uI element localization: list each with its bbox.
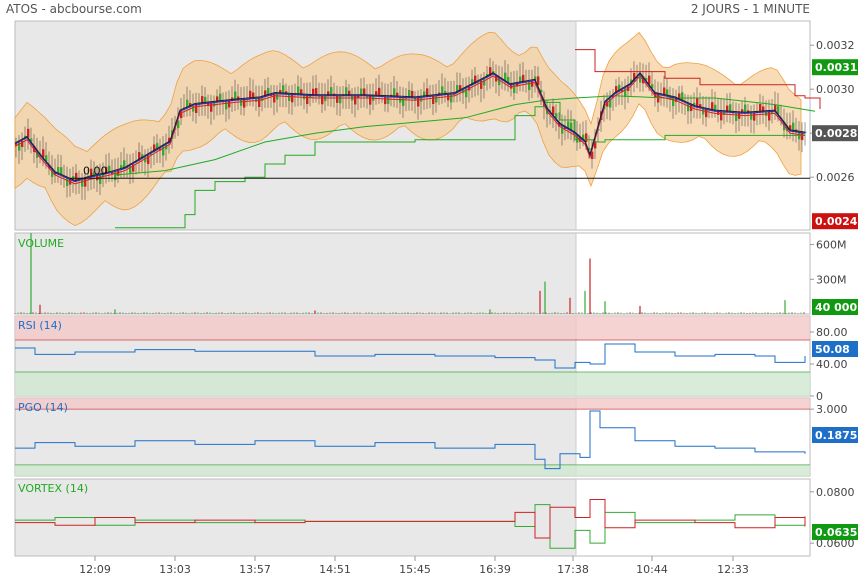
rsi-title: RSI (14) <box>18 319 62 332</box>
candle-body <box>354 95 357 105</box>
x-tick-label: 13:03 <box>159 563 191 576</box>
y-tick-label: 0.0026 <box>816 171 855 184</box>
y-tick-label: 40.00 <box>816 358 848 371</box>
candle-body <box>750 113 753 120</box>
candle-body <box>276 93 279 100</box>
chart-container: ATOS - abcbourse.com 2 JOURS - 1 MINUTE … <box>0 0 860 580</box>
vortex-title: VORTEX (14) <box>18 482 88 495</box>
rsi-badge: 50.08 <box>812 341 858 357</box>
candle-body <box>513 84 516 94</box>
price-badge-label: 50.08 <box>815 343 850 356</box>
candle-body <box>435 95 438 103</box>
volume-title: VOLUME <box>18 237 64 250</box>
vortex-badge: 0.0635 <box>812 524 858 540</box>
price-panel: 0.000.00320.00300.00280.00260.00310.0028… <box>14 20 858 231</box>
candle-body <box>450 94 453 103</box>
x-tick-label: 10:44 <box>636 563 668 576</box>
x-tick-label: 12:09 <box>79 563 111 576</box>
candle-body <box>225 101 228 110</box>
y-tick-label: 80.00 <box>816 326 848 339</box>
candle-body <box>531 81 534 87</box>
candle-body <box>801 132 804 141</box>
x-tick-label: 14:51 <box>319 563 351 576</box>
candle-body <box>705 109 708 118</box>
candle-body <box>228 100 231 108</box>
overbought-zone <box>15 316 810 340</box>
price-badge-label: 40 000 <box>815 301 857 314</box>
price-badge-label: 0.0024 <box>815 215 858 228</box>
candle-body <box>339 95 342 104</box>
candle-body <box>369 95 372 105</box>
candle-body <box>288 94 291 101</box>
y-tick-label: 300M <box>816 273 847 286</box>
chart-title: ATOS - abcbourse.com <box>6 2 142 16</box>
volume-panel: VOLUME 600M 300M 40 000 <box>14 232 858 315</box>
pgo-badge: 0.1875 <box>812 427 858 443</box>
pgo-panel: PGO (14) 3.000 0.1875 <box>14 397 858 477</box>
candle-body <box>384 96 387 105</box>
price-badge-label: 0.0635 <box>815 526 857 539</box>
candle-body <box>306 95 309 105</box>
session-shade <box>15 233 576 314</box>
y-tick-label: 0.0032 <box>816 39 855 52</box>
candle-body <box>321 95 324 105</box>
candle-body <box>447 94 450 101</box>
overbought-zone <box>15 398 810 410</box>
candle-body <box>735 112 738 121</box>
candle-body <box>195 104 198 113</box>
candle-body <box>291 94 294 103</box>
chart-svg: ATOS - abcbourse.com 2 JOURS - 1 MINUTE … <box>6 2 858 576</box>
pgo-title: PGO (14) <box>18 401 68 414</box>
price-badge: 0.0028 <box>812 125 858 142</box>
candle-body <box>672 97 675 107</box>
chart-panels: 0.000.00320.00300.00280.00260.00310.0028… <box>14 20 858 557</box>
price-badge: 0.0024 <box>812 213 858 230</box>
candle-body <box>432 96 435 104</box>
session-shade <box>15 398 576 476</box>
volume-badge: 40 000 <box>812 299 858 315</box>
y-tick-label: 0.0800 <box>816 486 855 499</box>
candle-body <box>753 112 756 121</box>
y-tick-label: 600M <box>816 239 847 252</box>
candle-body <box>240 99 243 106</box>
price-level-label: 0.00 <box>83 164 108 177</box>
oversold-zone <box>15 464 810 476</box>
y-tick-label: 0.0030 <box>816 83 855 96</box>
chart-period: 2 JOURS - 1 MINUTE <box>691 2 810 16</box>
candle-body <box>336 95 339 103</box>
candle-body <box>528 81 531 91</box>
candle-body <box>402 97 405 106</box>
price-badge-label: 0.1875 <box>815 429 857 442</box>
price-badge: 0.0031 <box>812 59 858 76</box>
x-tick-label: 15:45 <box>399 563 431 576</box>
candle-body <box>81 179 84 187</box>
candle-body <box>768 111 771 121</box>
x-tick-label: 17:38 <box>557 563 589 576</box>
y-tick-label: 3.000 <box>816 403 848 416</box>
price-badge-label: 0.0031 <box>815 61 857 74</box>
candle-body <box>720 111 723 121</box>
candle-body <box>243 99 246 108</box>
x-tick-label: 16:39 <box>479 563 511 576</box>
vortex-panel: VORTEX (14) 0.08000.06000.0635 <box>14 478 858 557</box>
price-badge-label: 0.0028 <box>815 127 857 140</box>
y-tick-label: 0 <box>816 390 823 403</box>
candle-body <box>210 102 213 112</box>
rsi-panel: RSI (14) 80.00 40.00 0 50.08 <box>14 315 858 403</box>
candle-body <box>738 112 741 119</box>
x-tick-label: 12:33 <box>717 563 749 576</box>
candle-body <box>258 98 261 107</box>
x-axis: 12:09 13:03 13:57 14:51 15:45 16:39 17:38 10:44… <box>79 556 749 576</box>
x-tick-label: 13:57 <box>239 563 271 576</box>
oversold-zone <box>15 372 810 396</box>
candle-body <box>657 94 660 103</box>
candle-body <box>417 97 420 107</box>
candle-body <box>387 96 390 104</box>
